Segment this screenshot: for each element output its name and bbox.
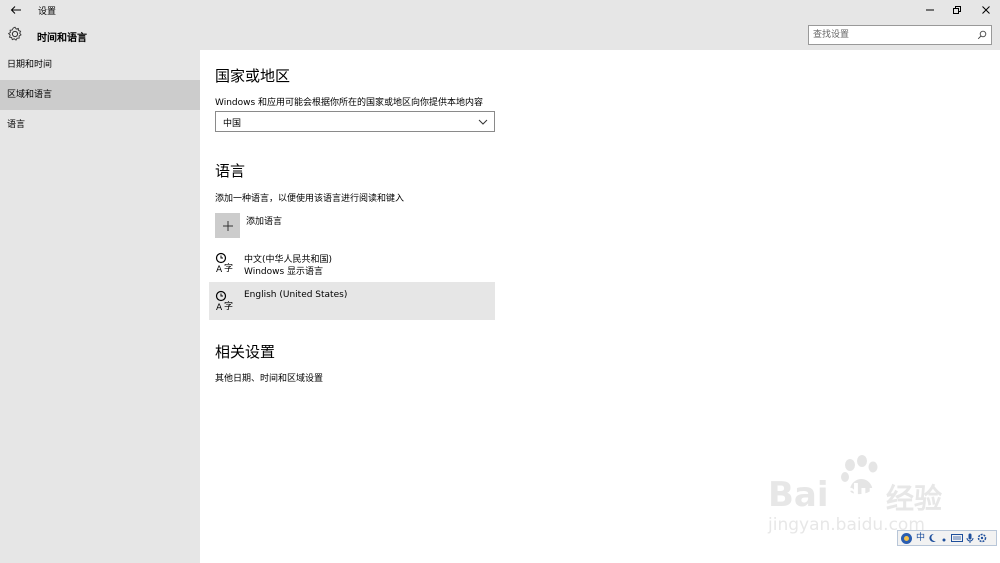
punctuation-icon[interactable] (940, 533, 948, 543)
sidebar-item-speech[interactable]: 语言 (0, 110, 200, 140)
language-item-chinese[interactable]: A 字 中文(中华人民共和国) Windows 显示语言 (209, 244, 495, 282)
svg-text:字: 字 (224, 262, 233, 274)
sidebar-item-date-time[interactable]: 日期和时间 (0, 50, 200, 80)
svg-text:字: 字 (224, 300, 233, 312)
search-input[interactable] (813, 27, 973, 43)
watermark-cn: 经验 (886, 482, 943, 515)
language-item-english[interactable]: A 字 English (United States) (209, 282, 495, 320)
language-description: 添加一种语言，以便使用该语言进行阅读和键入 (215, 194, 405, 204)
other-date-time-region-link[interactable]: 其他日期、时间和区域设置 (215, 371, 323, 384)
restore-button[interactable] (941, 0, 973, 20)
keyboard-icon[interactable] (951, 533, 964, 543)
country-dropdown[interactable]: 中国 (215, 111, 495, 132)
language-heading: 语言 (215, 162, 246, 180)
microphone-icon[interactable] (966, 533, 974, 543)
country-selected-value: 中国 (223, 119, 242, 129)
search-icon[interactable] (977, 30, 987, 40)
restore-icon (953, 6, 961, 14)
watermark-brand: Bai (768, 475, 829, 515)
window-title: 设置 (38, 7, 57, 17)
add-language-button[interactable] (215, 213, 240, 238)
ime-logo-icon (901, 532, 912, 544)
sidebar-item-region-language[interactable]: 区域和语言 (0, 80, 200, 110)
search-field[interactable] (808, 25, 992, 45)
close-button[interactable] (970, 0, 1000, 20)
page-title: 时间和语言 (37, 33, 87, 44)
plus-icon (222, 220, 233, 231)
title-bar: 设置 (0, 0, 1000, 20)
region-description: Windows 和应用可能会根据你所在的国家或地区向你提供本地内容 (215, 98, 484, 108)
back-arrow-icon[interactable] (8, 2, 24, 18)
chevron-down-icon (478, 119, 488, 125)
moon-icon[interactable] (928, 533, 937, 543)
watermark-brand-du: du (844, 481, 876, 506)
ime-toolbar[interactable]: 中 (897, 530, 997, 546)
related-settings-heading: 相关设置 (215, 343, 276, 361)
add-language-label[interactable]: 添加语言 (246, 214, 282, 227)
gear-icon[interactable] (7, 26, 23, 42)
svg-text:A: A (216, 303, 223, 312)
settings-gear-icon[interactable] (977, 533, 987, 543)
language-subtitle: Windows 显示语言 (244, 267, 324, 277)
ime-mode-label[interactable]: 中 (916, 531, 925, 545)
language-icon: A 字 (215, 290, 233, 312)
minimize-icon (926, 9, 934, 11)
region-heading: 国家或地区 (215, 67, 291, 85)
close-icon (982, 6, 990, 14)
language-icon: A 字 (215, 252, 233, 274)
svg-text:A: A (216, 265, 223, 274)
language-name: English (United States) (244, 290, 348, 300)
